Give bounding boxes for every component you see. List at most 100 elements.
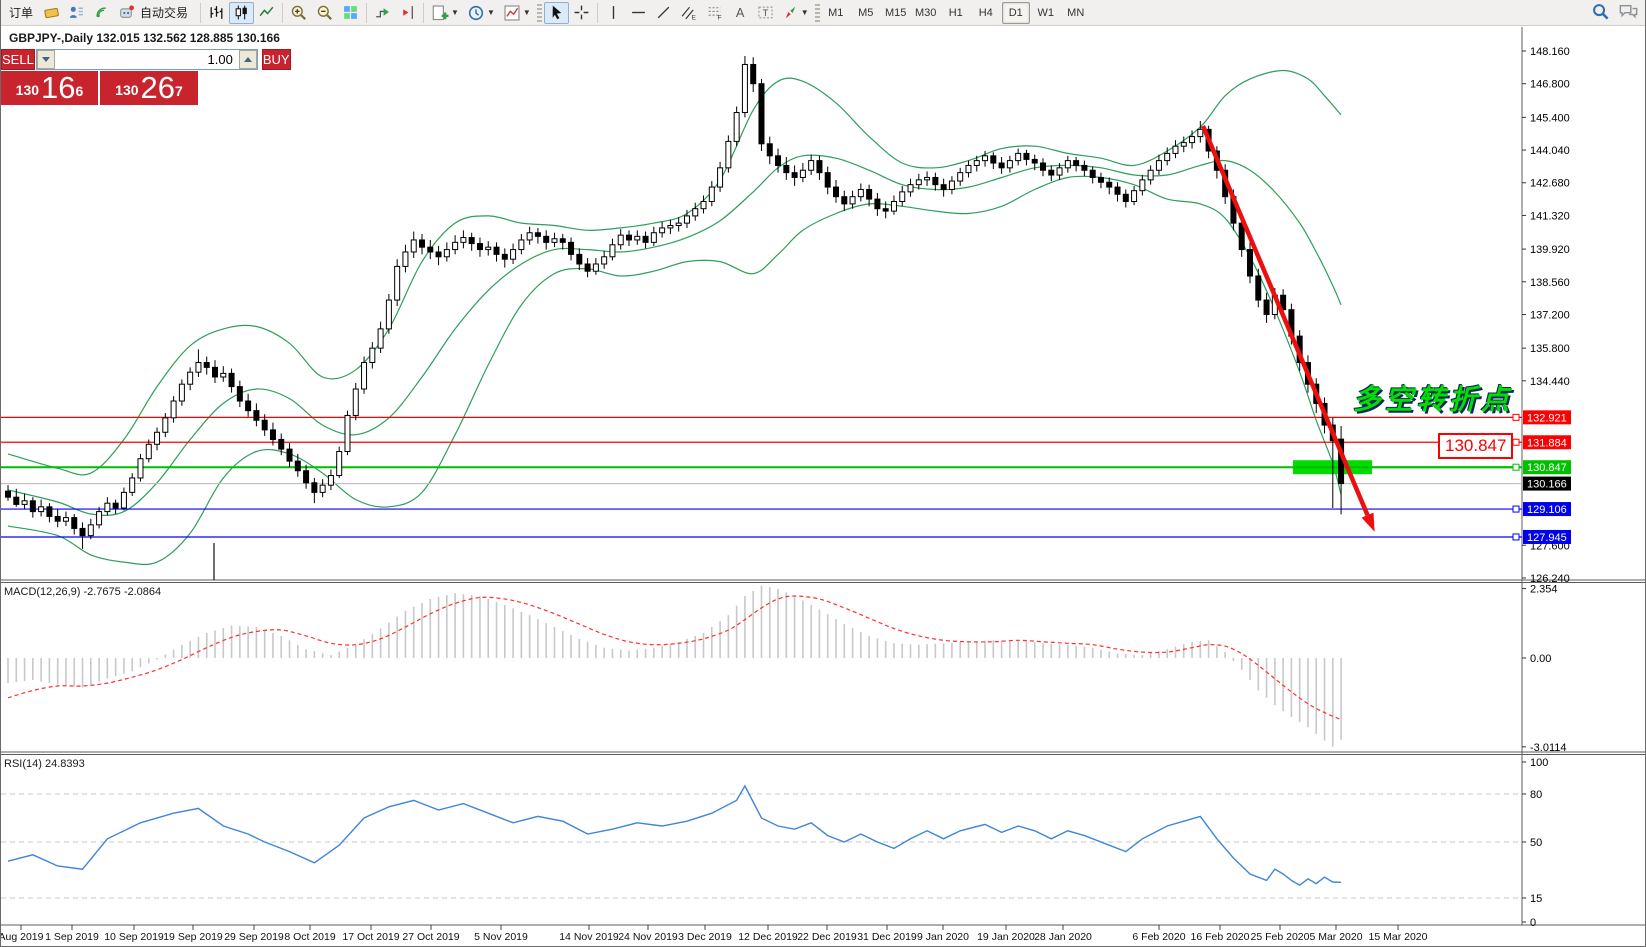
- buy-button[interactable]: BUY: [262, 49, 291, 70]
- chinese-annotation: 多空转折点: [1353, 378, 1513, 418]
- autotrading-robot-icon: [118, 4, 135, 21]
- price-tick-label: 146.800: [1530, 79, 1570, 91]
- date-tick-label: 28 Jan 2020: [1034, 931, 1092, 943]
- timeframe-mn[interactable]: MN: [1062, 2, 1090, 24]
- chart-shift-icon[interactable]: [395, 2, 420, 24]
- timeframe-h4[interactable]: H4: [972, 2, 1000, 24]
- indicators-button[interactable]: ▼: [499, 2, 535, 24]
- price-tick-label: 134.440: [1530, 376, 1570, 388]
- toolbar: 订单 自动交易: [1, 0, 1646, 26]
- chart-canvas[interactable]: 148.160146.800145.400144.040142.680141.3…: [1, 0, 1646, 947]
- date-tick-label: 14 Nov 2019: [559, 931, 619, 943]
- sell-price-display[interactable]: 130166: [1, 71, 98, 105]
- zoom-out-icon[interactable]: [312, 2, 338, 24]
- timeframe-w1[interactable]: W1: [1032, 2, 1060, 24]
- date-tick-label: 29 Sep 2019: [224, 931, 284, 943]
- rsi-tick-label: 0: [1530, 917, 1536, 929]
- timeframe-m1[interactable]: M1: [822, 2, 850, 24]
- svg-text:T: T: [762, 8, 768, 19]
- price-tick-label: 144.040: [1530, 145, 1570, 157]
- profiles-button[interactable]: ▼: [463, 2, 499, 24]
- arrows-tool-button[interactable]: ▼: [778, 2, 813, 24]
- price-level-badge-label: 130.847: [1527, 462, 1567, 474]
- volume-decrease-button[interactable]: [37, 50, 55, 69]
- price-level-badge-label: 131.884: [1527, 437, 1567, 449]
- buy-price-display[interactable]: 130267: [100, 71, 198, 105]
- rsi-panel: 1008050150: [1, 757, 1548, 929]
- date-tick-label: 31 Dec 2019: [857, 931, 917, 943]
- crosshair-tool-icon[interactable]: [569, 2, 594, 24]
- sell-price-point: 6: [76, 71, 84, 111]
- autotrading-button[interactable]: 自动交易: [114, 2, 197, 24]
- auto-scroll-icon[interactable]: [370, 2, 395, 24]
- chat-icon[interactable]: [1618, 2, 1639, 21]
- date-tick-label: 10 Sep 2019: [104, 931, 164, 943]
- price-tick-label: 148.160: [1530, 46, 1570, 58]
- macd-panel: 2.3540.00-3.0114: [8, 584, 1567, 754]
- search-icon[interactable]: [1591, 2, 1610, 21]
- channel-tool-icon[interactable]: E: [676, 2, 702, 24]
- rsi-tick-label: 50: [1530, 837, 1542, 849]
- chevron-down-icon: ▼: [487, 8, 495, 17]
- date-tick-label: 15 Mar 2020: [1369, 931, 1428, 943]
- timeframe-d1[interactable]: D1: [1002, 2, 1030, 24]
- horizontal-level-lines: [1, 417, 1522, 537]
- price-callout-label[interactable]: 130.847: [1438, 433, 1513, 459]
- text-tool-icon[interactable]: A: [728, 2, 753, 24]
- line-chart-mode-icon[interactable]: [254, 2, 279, 24]
- date-tick-label: 8 Oct 2019: [284, 931, 336, 943]
- fibonacci-tool-icon[interactable]: F: [702, 2, 728, 24]
- date-tick-label: 12 Dec 2019: [738, 931, 798, 943]
- sell-button[interactable]: SELL: [1, 49, 35, 70]
- date-tick-label: 9 Jan 2020: [917, 931, 969, 943]
- timeframe-h1[interactable]: H1: [942, 2, 970, 24]
- timeframe-bar: M1M5M15M30H1H4D1W1MN: [822, 2, 1090, 24]
- date-tick-label: 27 Oct 2019: [402, 931, 459, 943]
- horizontal-line-tool-icon[interactable]: [626, 2, 651, 24]
- zoom-in-icon[interactable]: [286, 2, 312, 24]
- svg-text:F: F: [717, 14, 721, 21]
- bar-chart-mode-icon[interactable]: [204, 2, 229, 24]
- order-ticket-icon[interactable]: [39, 2, 64, 24]
- indicators-icon: [503, 4, 521, 22]
- price-tick-label: 145.400: [1530, 112, 1570, 124]
- new-order-label: 订单: [9, 4, 33, 21]
- price-tick-label: 138.560: [1530, 277, 1570, 289]
- volume-spinner: [36, 49, 258, 70]
- date-tick-label: 25 Feb 2020: [1251, 931, 1310, 943]
- volume-increase-button[interactable]: [239, 50, 257, 69]
- trendline-tool-icon[interactable]: [651, 2, 676, 24]
- date-tick-label: 22 Dec 2019: [797, 931, 857, 943]
- candlestick-mode-icon[interactable]: [229, 2, 254, 24]
- date-tick-label: 3 Dec 2019: [678, 931, 732, 943]
- line-handle-square: [1513, 439, 1519, 445]
- new-order-button[interactable]: 订单: [3, 2, 39, 24]
- chart-title: GBPJPY-,Daily 132.015 132.562 128.885 13…: [9, 31, 280, 45]
- new-chart-button[interactable]: ▼: [427, 2, 463, 24]
- line-handle-square: [1513, 506, 1519, 512]
- buy-price-integer: 130: [115, 77, 138, 103]
- price-level-badge-label: 132.921: [1527, 412, 1567, 424]
- sell-price-integer: 130: [16, 77, 39, 103]
- clock-icon: [467, 4, 485, 22]
- text-label-tool-icon[interactable]: T: [753, 2, 778, 24]
- market-watch-icon[interactable]: [64, 2, 89, 24]
- signal-icon[interactable]: [89, 2, 114, 24]
- vertical-line-tool-icon[interactable]: [601, 2, 626, 24]
- cursor-tool-icon[interactable]: [544, 2, 569, 24]
- volume-input[interactable]: [55, 50, 239, 69]
- price-level-badge-label: 127.945: [1527, 532, 1567, 544]
- timeframe-m5[interactable]: M5: [852, 2, 880, 24]
- date-tick-label: 5 Nov 2019: [474, 931, 528, 943]
- triangle-down-icon: [42, 57, 50, 62]
- macd-tick-label: -3.0114: [1530, 742, 1567, 754]
- bollinger-bands: [8, 71, 1341, 565]
- timeframe-m15[interactable]: M15: [882, 2, 910, 24]
- arrows-tool-icon: [782, 4, 799, 21]
- date-tick-label: 19 Sep 2019: [163, 931, 223, 943]
- timeframe-m30[interactable]: M30: [912, 2, 940, 24]
- tile-windows-icon[interactable]: [338, 2, 363, 24]
- macd-tick-label: 0.00: [1530, 653, 1551, 665]
- date-tick-label: 24 Nov 2019: [618, 931, 678, 943]
- autotrading-label: 自动交易: [135, 4, 193, 21]
